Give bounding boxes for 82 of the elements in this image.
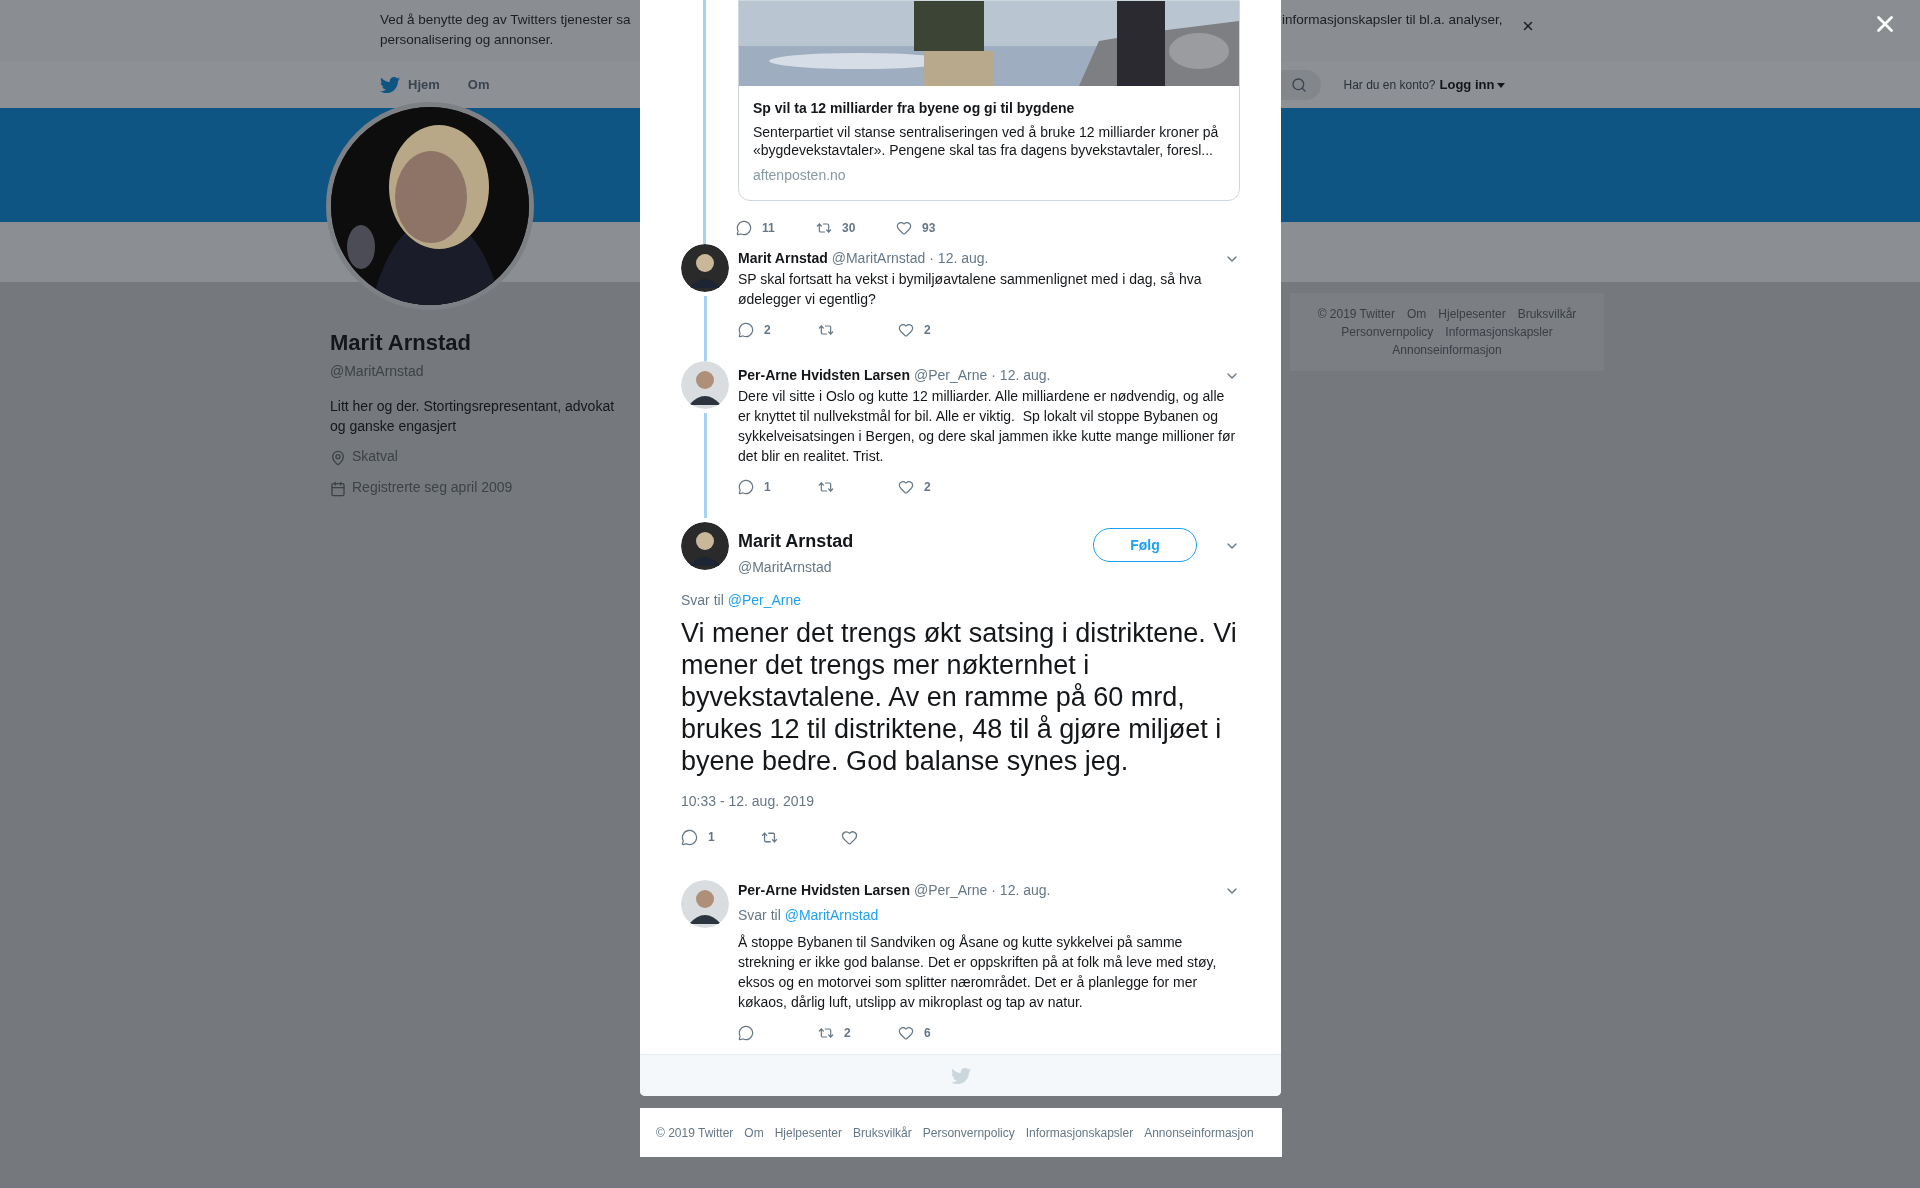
footer-link[interactable]: Hjelpesenter (1438, 305, 1506, 323)
action-count: 6 (924, 1025, 931, 1042)
retweet-icon[interactable] (818, 322, 834, 338)
author-name[interactable]: Per-Arne Hvidsten Larsen (738, 880, 910, 901)
caret-icon[interactable] (1497, 82, 1506, 88)
avatar[interactable] (681, 880, 729, 928)
tweet-date[interactable]: · 12. aug. (929, 248, 989, 269)
action-count: 2 (844, 1025, 851, 1042)
retweet-icon[interactable] (818, 479, 834, 495)
reply-icon[interactable] (736, 220, 752, 236)
author-handle[interactable]: @MaritArnstad (831, 248, 926, 269)
reply-icon[interactable] (738, 322, 754, 338)
cookie-text: Ved å benytte deg av Twitters tjenester sa (380, 11, 631, 29)
heart-icon[interactable] (896, 220, 912, 236)
footer-link[interactable]: Personvernpolicy (1341, 323, 1434, 341)
footer-link[interactable]: Om (744, 1123, 764, 1142)
cookie-text: informasjonskapsler til bl.a. analyser, (1282, 11, 1503, 29)
heart-icon[interactable] (898, 322, 914, 338)
link-card[interactable] (738, 0, 1240, 201)
reply-icon[interactable] (681, 828, 698, 846)
author-name[interactable]: Marit Arnstad (738, 248, 828, 269)
tweet-date[interactable]: · 12. aug. (991, 880, 1051, 901)
card-domain: aftenposten.no (753, 166, 847, 185)
bird-icon (950, 1065, 971, 1086)
mention-link[interactable]: @Per_Arne (727, 592, 802, 608)
retweet-icon[interactable] (818, 1025, 834, 1041)
author-handle[interactable]: @Per_Arne (913, 365, 988, 386)
nav-link[interactable]: Hjem (380, 75, 440, 95)
card-title: Sp vil ta 12 milliarder fra byene og gi til bygdene (753, 99, 1076, 118)
action-count: 11 (762, 220, 775, 237)
action-count: 1 (764, 479, 771, 496)
footer-link[interactable]: Informasjonskapsler (1025, 1123, 1134, 1142)
profile-joined: Registrerte seg april 2009 (352, 478, 513, 497)
login-link[interactable]: Logg inn (1439, 75, 1495, 95)
location-pin-icon (330, 450, 346, 466)
footer-link[interactable]: Annonseinformasjon (1144, 1123, 1254, 1142)
footer-link[interactable]: Annonseinformasjon (1392, 341, 1502, 359)
tweet-timestamp[interactable]: 10:33 - 12. aug. 2019 (681, 791, 1240, 812)
nav-link[interactable]: Om (467, 75, 490, 95)
footer-link[interactable]: © 2019 Twitter (1317, 305, 1395, 323)
reply-context: Svar til @Per_Arne (681, 591, 803, 610)
tweet-text: Å stoppe Bybanen til Sandviken og Åsane og kutte sykkelvei på samme strekning er ikke god balanse. Det er oppskriften på at folk må leve med støy, eksos og en motorvei som splitter nærområdet. Det er å planlegge for mer køkaos, dårlig luft, utslipp av mikroplast og tap av natur. (738, 933, 1218, 1012)
cookie-text: personalisering og annonser. (380, 31, 554, 49)
profile-location: Skatval (352, 447, 398, 466)
author-handle[interactable]: @Per_Arne (913, 880, 988, 901)
card-description: Senterpartiet vil stanse sentraliseringen ved å bruke 12 milliarder kroner på «bygdevekstavtaler». Pengene skal tas fra dagens byvekstavtaler, foresl... (753, 123, 1220, 159)
footer-link[interactable]: Personvernpolicy (922, 1123, 1015, 1142)
reply-icon[interactable] (738, 479, 754, 495)
footer-link[interactable]: Om (1406, 305, 1427, 323)
heart-icon[interactable] (898, 1025, 914, 1041)
avatar[interactable] (681, 361, 729, 409)
profile-bio: Litt her og der. Stortingsrepresentant, advokat og ganske engasjert (330, 397, 616, 436)
action-count: 1 (708, 829, 715, 846)
footer-link[interactable]: Hjelpesenter (774, 1123, 843, 1142)
footer-link[interactable]: Bruksvilkår (1517, 305, 1577, 323)
author-handle[interactable]: @MaritArnstad (738, 557, 1084, 578)
reply-context: Svar til @MaritArnstad (738, 906, 880, 925)
heart-icon[interactable] (841, 828, 858, 846)
footer-link[interactable]: Bruksvilkår (853, 1123, 912, 1142)
avatar[interactable] (681, 522, 729, 570)
footer-link[interactable]: Informasjonskapsler (1445, 323, 1553, 341)
tweet-text: SP skal fortsatt ha vekst i bymiljøavtalene sammenlignet med i dag, så hva ødelegger vi egentlig? (738, 270, 1203, 309)
footer-link[interactable]: © 2019 Twitter (656, 1123, 734, 1142)
action-count: 30 (842, 220, 856, 237)
tweet-text: Vi mener det trengs økt satsing i distriktene. Vi mener det trengs mer nøkternhet i byvekstavtalene. Av en ramme på 60 mrd, brukes 12 til distriktene, 48 til å gjøre miljøet i byene bedre. God balanse synes jeg. (681, 617, 1238, 777)
author-name[interactable]: Marit Arnstad (738, 528, 1084, 555)
tweet-text: Dere vil sitte i Oslo og kutte 12 milliarder. Alle milliardene er nødvendig, og alle er knyttet til nullvekstmål for bil. Alle er viktig. Sp lokalt vil stoppe Bybanen og sykkelveisatsingen i Bergen, og dere skal jammen ikke kutte mange millioner før det blir en realitet. Trist. (738, 387, 1237, 466)
heart-icon[interactable] (898, 479, 914, 495)
login-prompt: Har du en konto? (1343, 77, 1436, 94)
action-count: 2 (764, 322, 771, 339)
avatar[interactable] (681, 244, 729, 292)
action-count: 2 (924, 479, 931, 496)
reply-icon[interactable] (738, 1025, 754, 1041)
mention-link[interactable]: @MaritArnstad (784, 907, 879, 923)
author-name[interactable]: Per-Arne Hvidsten Larsen (738, 365, 910, 386)
retweet-icon[interactable] (816, 220, 832, 236)
calendar-icon (330, 481, 346, 497)
search-icon[interactable] (1291, 77, 1308, 93)
action-count: 93 (922, 220, 936, 237)
tweet-date[interactable]: · 12. aug. (991, 365, 1051, 386)
bird-icon (380, 75, 400, 95)
action-count: 2 (924, 322, 931, 339)
